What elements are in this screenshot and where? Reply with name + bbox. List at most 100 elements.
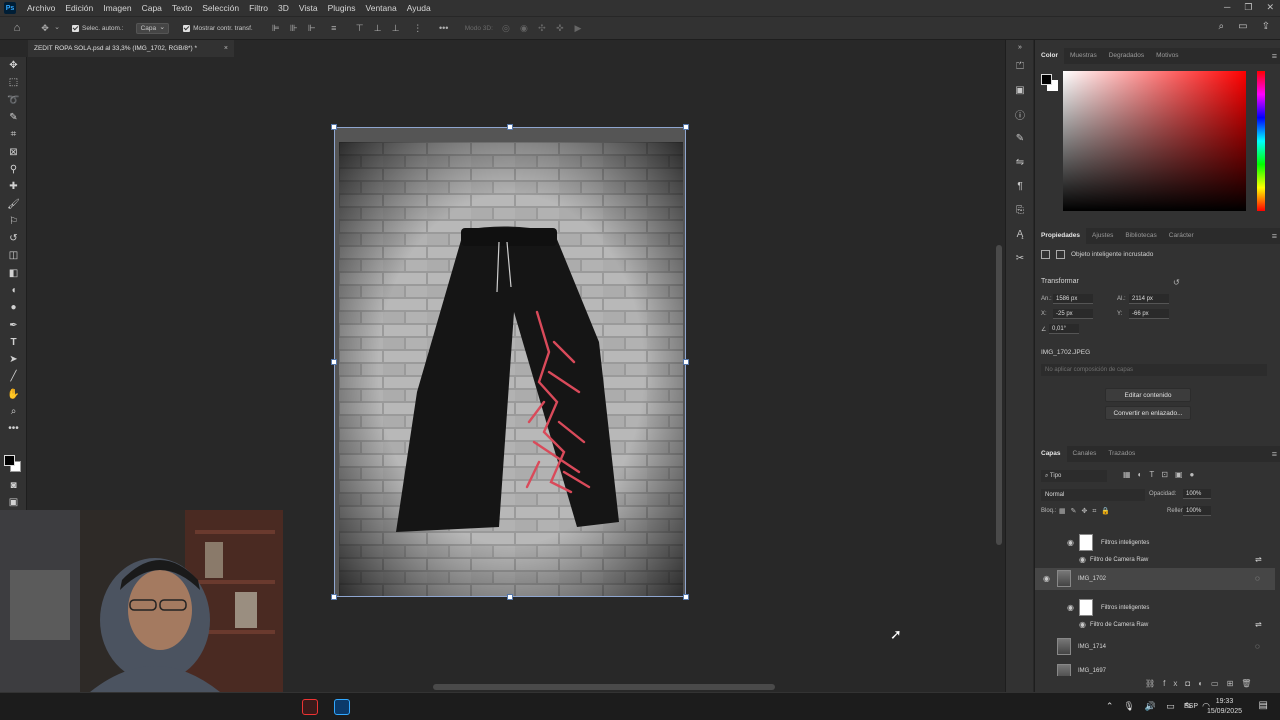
- menu-edicion[interactable]: Edición: [60, 0, 98, 16]
- eye-icon[interactable]: ◉: [1067, 603, 1074, 612]
- edit-contents-button[interactable]: Editar contenido: [1105, 388, 1191, 402]
- move-tool-icon[interactable]: ✥: [40, 23, 50, 33]
- dodge-tool-icon[interactable]: ●: [0, 299, 27, 316]
- workspace-icon[interactable]: ▭: [1238, 21, 1247, 32]
- color-panel-foreground-swatch[interactable]: [1041, 74, 1052, 85]
- lock-icons[interactable]: ▦✎✥⌗🔒: [1059, 507, 1115, 516]
- horizontal-scroll-thumb[interactable]: [433, 684, 775, 690]
- panel-menu-icon[interactable]: ≡: [1272, 48, 1277, 64]
- show-transform-checkbox[interactable]: [183, 24, 191, 32]
- menu-capa[interactable]: Capa: [137, 0, 167, 16]
- y-field[interactable]: -66 px: [1129, 309, 1169, 319]
- document-tab[interactable]: ZEDIT ROPA SOLA.psd al 33,3% (IMG_1702, …: [28, 40, 234, 57]
- tab-propiedades[interactable]: Propiedades: [1035, 228, 1087, 244]
- type-tool-icon[interactable]: T: [0, 334, 27, 351]
- history-icon[interactable]: ⏍: [1006, 54, 1034, 78]
- tab-caracter[interactable]: Carácter: [1163, 228, 1200, 244]
- vertical-scroll-thumb[interactable]: [996, 245, 1002, 545]
- menu-ayuda[interactable]: Ayuda: [402, 0, 436, 16]
- paragraph-icon[interactable]: ¶: [1006, 174, 1034, 198]
- layer-row-img-1714[interactable]: IMG_1714 ◌: [1035, 636, 1275, 658]
- width-field[interactable]: 1586 px: [1053, 294, 1093, 304]
- align-middle-icon[interactable]: ⊥: [373, 23, 383, 33]
- tab-motivos[interactable]: Motivos: [1150, 48, 1184, 64]
- zoom-tool-icon[interactable]: ⌕: [0, 403, 27, 420]
- panel-menu-icon[interactable]: ≡: [1272, 228, 1277, 244]
- healing-brush-tool-icon[interactable]: ✚: [0, 178, 27, 195]
- frame-tool-icon[interactable]: ⊠: [0, 143, 27, 160]
- eye-icon[interactable]: ◉: [1067, 538, 1074, 547]
- layers-footer-icons[interactable]: ⛓fx◘◐▭⊞🗑: [1145, 679, 1259, 688]
- pen-tool-icon[interactable]: ✒: [0, 316, 27, 333]
- fill-field[interactable]: 100%: [1183, 506, 1211, 516]
- history-brush-tool-icon[interactable]: ↺: [0, 230, 27, 247]
- comments-icon[interactable]: ▣: [1006, 78, 1034, 102]
- edit-toolbar-icon[interactable]: •••: [0, 420, 27, 437]
- tab-degradados[interactable]: Degradados: [1103, 48, 1150, 64]
- height-field[interactable]: 2114 px: [1129, 294, 1169, 304]
- collapse-panels-icon[interactable]: »: [1006, 40, 1034, 54]
- document-canvas[interactable]: [334, 127, 686, 597]
- tab-ajustes[interactable]: Ajustes: [1086, 228, 1119, 244]
- align-top-icon[interactable]: ⊤: [355, 23, 365, 33]
- pants-photo[interactable]: [339, 142, 683, 597]
- share-icon[interactable]: ⇪: [1262, 21, 1270, 32]
- align-bottom-icon[interactable]: ⊥: [391, 23, 401, 33]
- eye-icon[interactable]: ◉: [1043, 574, 1050, 583]
- menu-imagen[interactable]: Imagen: [98, 0, 136, 16]
- tab-canales[interactable]: Canales: [1067, 446, 1103, 462]
- network-icon[interactable]: ▭: [1166, 701, 1175, 712]
- tab-trazados[interactable]: Trazados: [1102, 446, 1141, 462]
- stamp-tool-icon[interactable]: ⚐: [0, 213, 27, 230]
- x-field[interactable]: -25 px: [1053, 309, 1093, 319]
- canvas-vertical-scrollbar[interactable]: [994, 57, 1004, 682]
- panel-menu-icon[interactable]: ≡: [1272, 446, 1277, 462]
- layer-filter-select[interactable]: ⌕ Tipo: [1041, 470, 1107, 482]
- eyedropper-tool-icon[interactable]: ⚲: [0, 161, 27, 178]
- smart-filter-icon[interactable]: ◌: [1255, 642, 1260, 651]
- microphone-icon[interactable]: 🎙: [1123, 701, 1134, 712]
- notifications-icon[interactable]: ▤: [1259, 700, 1268, 711]
- minimize-icon[interactable]: ─: [1224, 0, 1230, 14]
- clone-source-icon[interactable]: ⎘: [1006, 198, 1034, 222]
- move-tool-icon[interactable]: ✥: [0, 57, 27, 74]
- tab-color[interactable]: Color: [1035, 48, 1064, 64]
- eraser-tool-icon[interactable]: ◫: [0, 247, 27, 264]
- auto-select-option[interactable]: Selec. autom.:: [72, 24, 124, 32]
- menu-texto[interactable]: Texto: [167, 0, 197, 16]
- taskbar-clock[interactable]: 19:33 15/09/2025: [1207, 697, 1242, 717]
- reset-transform-icon[interactable]: ↺: [1173, 278, 1180, 287]
- blur-tool-icon[interactable]: ◖: [0, 282, 27, 299]
- distribute-vertical-icon[interactable]: ⋮: [413, 23, 423, 33]
- line-tool-icon[interactable]: ╱: [0, 368, 27, 385]
- marquee-tool-icon[interactable]: ⬚: [0, 74, 27, 91]
- restore-icon[interactable]: ❐: [1244, 0, 1252, 14]
- foreground-background-colors[interactable]: [4, 455, 24, 475]
- convert-to-linked-button[interactable]: Convertir en enlazado...: [1105, 406, 1191, 420]
- crop-tool-icon[interactable]: ⌗: [0, 126, 27, 143]
- eye-icon[interactable]: ◉: [1079, 620, 1086, 629]
- brush-settings-icon[interactable]: ✎: [1006, 126, 1034, 150]
- layer-row-smart-filters-2[interactable]: ◉ Filtros inteligentes: [1035, 597, 1275, 619]
- menu-archivo[interactable]: Archivo: [22, 0, 60, 16]
- adjustments-icon[interactable]: ⇋: [1006, 150, 1034, 174]
- layer-filter-icons[interactable]: ▦◐T⊡▣●: [1123, 470, 1201, 479]
- filter-options-icon[interactable]: ⇌: [1255, 620, 1262, 629]
- menu-vista[interactable]: Vista: [294, 0, 323, 16]
- more-options-icon[interactable]: •••: [439, 23, 449, 33]
- show-transform-option[interactable]: Mostrar contr. transf.: [183, 24, 253, 32]
- tab-muestras[interactable]: Muestras: [1064, 48, 1103, 64]
- lasso-tool-icon[interactable]: ➰: [0, 92, 27, 109]
- hue-slider[interactable]: [1257, 71, 1265, 211]
- menu-plugins[interactable]: Plugins: [323, 0, 361, 16]
- tool-preset-chevron-icon[interactable]: ⌄: [52, 23, 62, 33]
- auto-select-checkbox[interactable]: [72, 24, 79, 32]
- language-indicator[interactable]: ESP: [1184, 703, 1198, 710]
- show-hidden-icons-icon[interactable]: ⌃: [1106, 701, 1114, 712]
- tab-bibliotecas[interactable]: Bibliotecas: [1119, 228, 1162, 244]
- info-icon[interactable]: ⓘ: [1006, 102, 1034, 126]
- glyphs-icon[interactable]: Ą: [1006, 222, 1034, 246]
- tools-presets-icon[interactable]: ✂: [1006, 246, 1034, 270]
- auto-select-dropdown[interactable]: Capa: [135, 22, 170, 34]
- color-picker-field[interactable]: [1063, 71, 1246, 211]
